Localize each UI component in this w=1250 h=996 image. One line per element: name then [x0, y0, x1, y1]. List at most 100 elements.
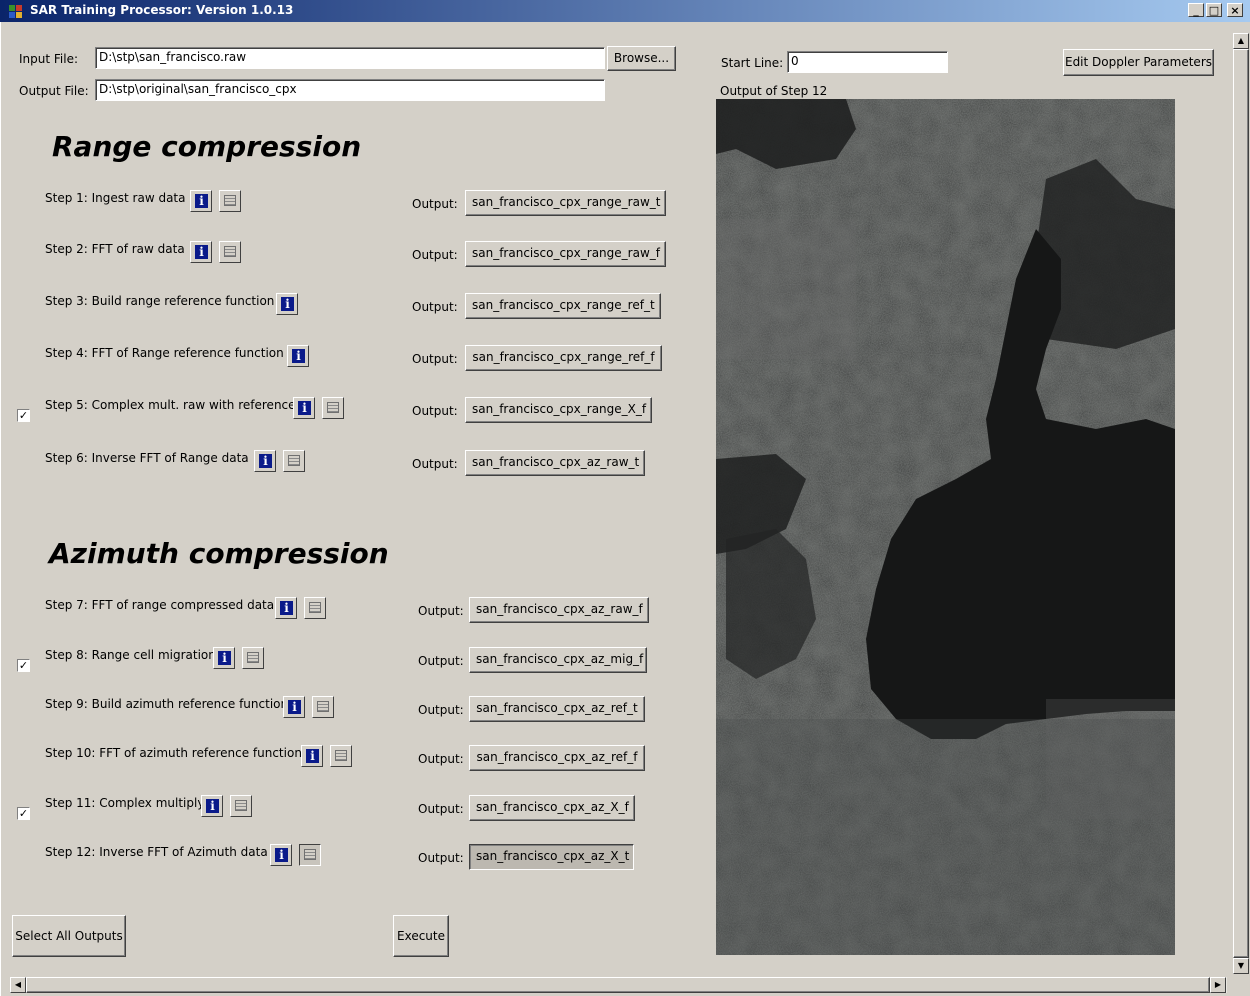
step-12-output-button[interactable]: san_francisco_cpx_az_X_t [469, 844, 634, 870]
step-6-label: Step 6: Inverse FFT of Range data [45, 451, 249, 465]
info-icon: i [280, 601, 293, 615]
window-title: SAR Training Processor: Version 1.0.13 [30, 3, 294, 17]
step-1-info-button[interactable]: i [190, 190, 212, 212]
input-file-field[interactable]: D:\stp\san_francisco.raw [95, 47, 605, 69]
info-icon: i [218, 651, 231, 665]
step-1-output-button[interactable]: san_francisco_cpx_range_raw_t [465, 190, 666, 216]
step-3-label: Step 3: Build range reference function [45, 294, 275, 308]
info-icon: i [306, 749, 319, 763]
step-11-output-button[interactable]: san_francisco_cpx_az_X_f [469, 795, 635, 821]
step-11-output-label: Output: [418, 802, 464, 816]
step-8-info-button[interactable]: i [213, 647, 235, 669]
step-11-view-button[interactable] [230, 795, 252, 817]
step-10-info-button[interactable]: i [301, 745, 323, 767]
output-file-field[interactable]: D:\stp\original\san_francisco_cpx [95, 79, 605, 101]
minimize-button[interactable]: _ [1188, 3, 1204, 17]
image-view-icon [317, 701, 329, 712]
scroll-left-button[interactable]: ◀ [10, 977, 26, 993]
step-11-info-button[interactable]: i [201, 795, 223, 817]
step-3-info-button[interactable]: i [276, 293, 298, 315]
step-9-output-button[interactable]: san_francisco_cpx_az_ref_t [469, 696, 645, 722]
step-4-output-label: Output: [412, 352, 458, 366]
step-9-info-button[interactable]: i [283, 696, 305, 718]
info-icon: i [195, 245, 208, 259]
image-view-icon [327, 402, 339, 413]
step-2-view-button[interactable] [219, 241, 241, 263]
step-1-label: Step 1: Ingest raw data [45, 191, 186, 205]
step-5-label: Step 5: Complex mult. raw with reference [45, 398, 296, 412]
step-7-view-button[interactable] [304, 597, 326, 619]
step-5-view-button[interactable] [322, 397, 344, 419]
scroll-down-button[interactable]: ▼ [1233, 958, 1249, 974]
step-11-checkbox[interactable]: ✓ [17, 807, 30, 820]
step-2-info-button[interactable]: i [190, 241, 212, 263]
horizontal-scroll-thumb[interactable] [26, 977, 1210, 993]
execute-button[interactable]: Execute [393, 915, 449, 957]
step-8-view-button[interactable] [242, 647, 264, 669]
step-11-label: Step 11: Complex multiply [45, 796, 205, 810]
step-3-output-label: Output: [412, 300, 458, 314]
step-5-output-button[interactable]: san_francisco_cpx_range_X_f [465, 397, 652, 423]
step-10-output-label: Output: [418, 752, 464, 766]
azimuth-compression-title: Azimuth compression [49, 537, 389, 570]
step-8-label: Step 8: Range cell migration [45, 648, 216, 662]
select-all-outputs-button[interactable]: Select All Outputs [12, 915, 126, 957]
info-icon: i [298, 401, 311, 415]
range-compression-title: Range compression [52, 130, 362, 163]
step-6-view-button[interactable] [283, 450, 305, 472]
image-view-icon [288, 455, 300, 466]
step-2-label: Step 2: FFT of raw data [45, 242, 185, 256]
image-view-icon [224, 195, 236, 206]
info-icon: i [275, 848, 288, 862]
info-icon: i [281, 297, 294, 311]
image-view-icon [235, 800, 247, 811]
step-4-info-button[interactable]: i [287, 345, 309, 367]
app-icon [8, 3, 24, 19]
step-12-info-button[interactable]: i [270, 844, 292, 866]
step-7-info-button[interactable]: i [275, 597, 297, 619]
step-5-checkbox[interactable]: ✓ [17, 409, 30, 422]
info-icon: i [292, 349, 305, 363]
close-button[interactable]: × [1227, 3, 1243, 17]
step-9-view-button[interactable] [312, 696, 334, 718]
start-line-field[interactable]: 0 [787, 51, 948, 73]
step-8-checkbox[interactable]: ✓ [17, 659, 30, 672]
scroll-right-button[interactable]: ▶ [1210, 977, 1226, 993]
step-5-output-label: Output: [412, 404, 458, 418]
maximize-button[interactable]: □ [1206, 3, 1222, 17]
vertical-scroll-thumb[interactable] [1233, 49, 1249, 958]
step-4-output-button[interactable]: san_francisco_cpx_range_ref_f [465, 345, 662, 371]
image-view-icon [335, 750, 347, 761]
step-7-output-button[interactable]: san_francisco_cpx_az_raw_f [469, 597, 649, 623]
step-12-view-button[interactable] [299, 844, 321, 866]
step-1-view-button[interactable] [219, 190, 241, 212]
step-10-label: Step 10: FFT of azimuth reference functi… [45, 746, 302, 760]
info-icon: i [195, 194, 208, 208]
title-bar: SAR Training Processor: Version 1.0.13 _… [0, 0, 1250, 22]
step-10-output-button[interactable]: san_francisco_cpx_az_ref_f [469, 745, 645, 771]
scroll-up-button[interactable]: ▲ [1233, 33, 1249, 49]
image-view-icon [309, 602, 321, 613]
step-8-output-label: Output: [418, 654, 464, 668]
step-9-label: Step 9: Build azimuth reference function [45, 697, 289, 711]
image-caption: Output of Step 12 [720, 84, 828, 98]
step-4-label: Step 4: FFT of Range reference function [45, 346, 284, 360]
step-1-output-label: Output: [412, 197, 458, 211]
step-2-output-button[interactable]: san_francisco_cpx_range_raw_f [465, 241, 666, 267]
step-10-view-button[interactable] [330, 745, 352, 767]
step-2-output-label: Output: [412, 248, 458, 262]
step-6-output-label: Output: [412, 457, 458, 471]
step-5-info-button[interactable]: i [293, 397, 315, 419]
browse-button[interactable]: Browse... [607, 46, 676, 71]
step-12-output-label: Output: [418, 851, 464, 865]
input-file-label: Input File: [19, 52, 79, 66]
step-8-output-button[interactable]: san_francisco_cpx_az_mig_f [469, 647, 647, 673]
sar-output-image [716, 99, 1175, 955]
step-12-label: Step 12: Inverse FFT of Azimuth data [45, 845, 268, 859]
step-6-info-button[interactable]: i [254, 450, 276, 472]
step-6-output-button[interactable]: san_francisco_cpx_az_raw_t [465, 450, 645, 476]
output-file-label: Output File: [19, 84, 89, 98]
info-icon: i [206, 799, 219, 813]
edit-doppler-button[interactable]: Edit Doppler Parameters [1063, 49, 1214, 76]
step-3-output-button[interactable]: san_francisco_cpx_range_ref_t [465, 293, 661, 319]
